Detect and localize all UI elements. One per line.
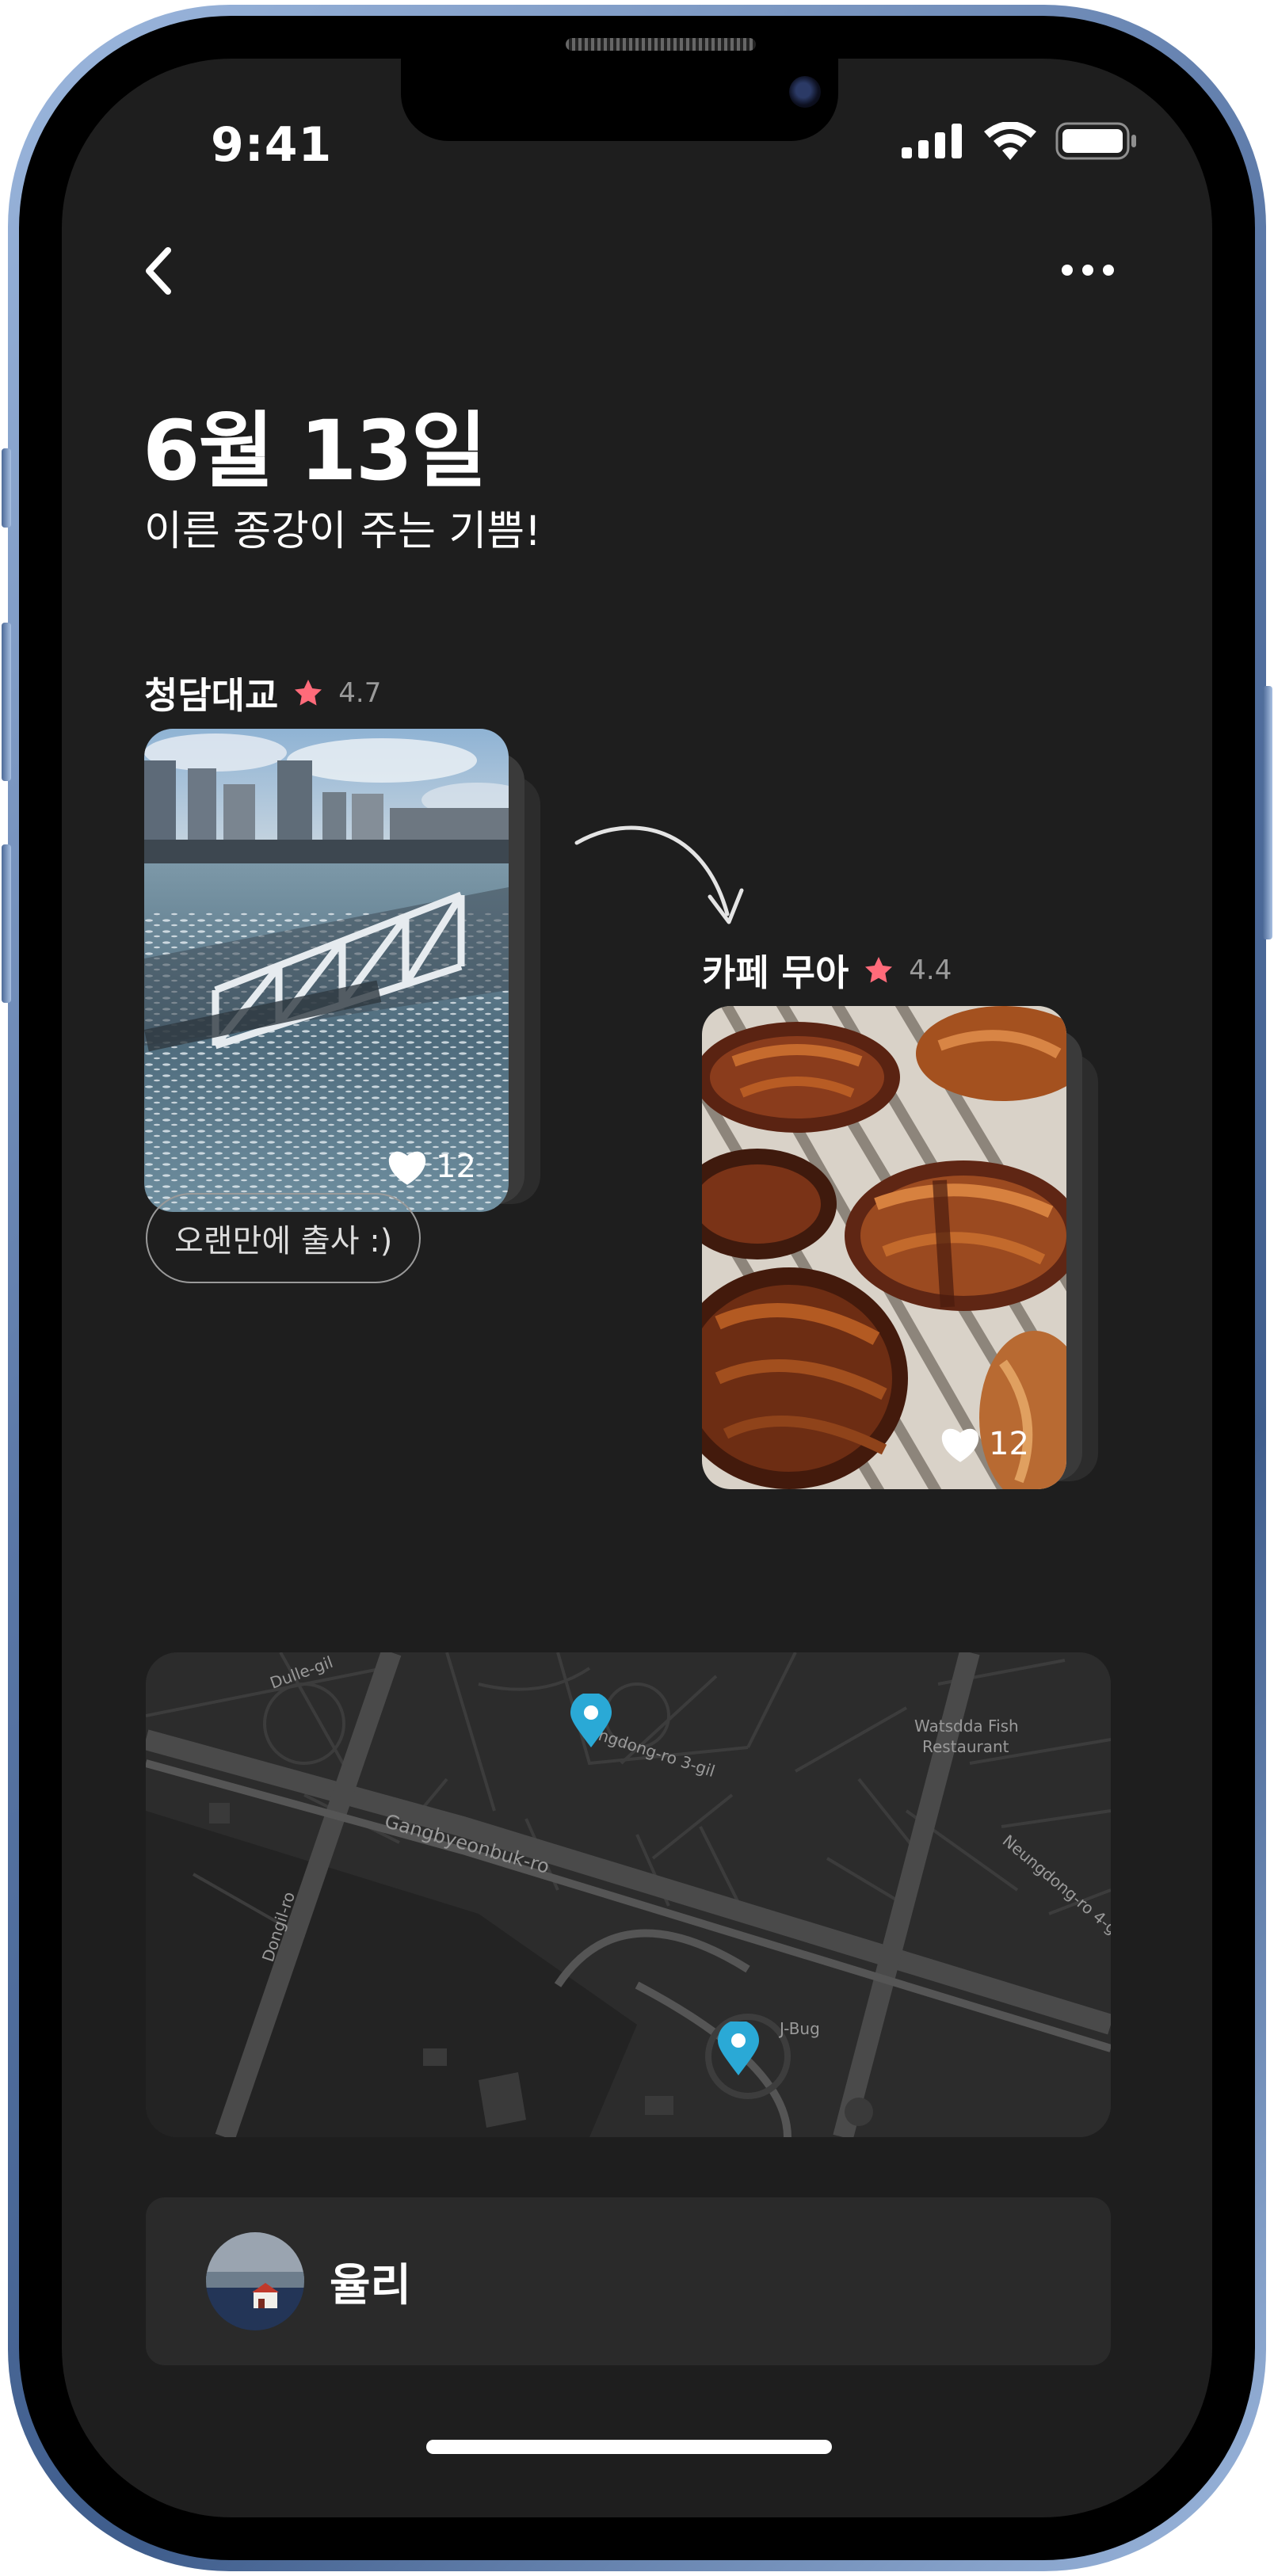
place-name: 카페 무아 bbox=[702, 951, 849, 994]
place-header-cafe-mua[interactable]: 카페 무아 4.4 bbox=[702, 944, 952, 996]
volume-down-button bbox=[2, 844, 11, 1003]
map-pin-icon[interactable] bbox=[716, 2022, 761, 2077]
author-card[interactable]: 율리 bbox=[146, 2197, 1111, 2365]
map-pin-icon[interactable] bbox=[569, 1694, 613, 1749]
battery-icon bbox=[1055, 122, 1136, 160]
place-header-cheongdam[interactable]: 청담대교 4.7 bbox=[144, 667, 381, 719]
phone-frame: 9:41 6월 13일 이른 종강이 주는 기쁨! 청담대교 4.7 12 오랜… bbox=[2, 5, 1272, 2571]
star-icon bbox=[865, 957, 893, 983]
heart-icon bbox=[388, 1151, 426, 1185]
speaker-grille bbox=[566, 38, 756, 51]
chevron-left-icon bbox=[146, 247, 171, 295]
wifi-icon bbox=[984, 122, 1036, 160]
cellular-signal-icon bbox=[902, 124, 962, 158]
volume-up-button bbox=[2, 623, 11, 781]
map-canvas: Dulle-gil ngdong-ro 3-gil Gangbyeonbuk-r… bbox=[146, 1652, 1111, 2137]
more-dot bbox=[1082, 265, 1093, 276]
status-icons bbox=[902, 122, 1138, 160]
likes-count: 12 bbox=[989, 1426, 1029, 1462]
place-rating: 4.7 bbox=[338, 677, 382, 709]
power-button bbox=[1263, 686, 1272, 939]
map-label: Restaurant bbox=[922, 1737, 1009, 1756]
app-screen: 9:41 6월 13일 이른 종강이 주는 기쁨! 청담대교 4.7 12 오랜… bbox=[62, 59, 1212, 2517]
place-rating: 4.4 bbox=[909, 955, 952, 986]
photo-croissants[interactable] bbox=[702, 1006, 1066, 1489]
likes-counter[interactable]: 12 bbox=[940, 1426, 1029, 1462]
mute-switch bbox=[2, 448, 11, 528]
photo-stack-cheongdam[interactable]: 12 bbox=[144, 729, 556, 1220]
notch bbox=[401, 59, 838, 141]
author-name: 율리 bbox=[330, 2259, 412, 2311]
heart-icon bbox=[941, 1428, 979, 1462]
page-subtitle: 이른 종강이 주는 기쁨! bbox=[144, 508, 541, 555]
map-label: J-Bug bbox=[778, 2019, 820, 2038]
memo-chip: 오랜만에 출사 :) bbox=[146, 1193, 421, 1283]
map-label: Watsdda Fish bbox=[914, 1717, 1019, 1736]
more-horizontal-icon bbox=[1062, 265, 1073, 276]
likes-count: 12 bbox=[436, 1149, 476, 1185]
star-icon bbox=[295, 680, 322, 706]
more-dot bbox=[1103, 265, 1114, 276]
photo-bridge[interactable] bbox=[144, 729, 509, 1212]
avatar[interactable] bbox=[206, 2232, 304, 2330]
croissant-photo-image bbox=[702, 1006, 1066, 1489]
status-time: 9:41 bbox=[211, 117, 333, 173]
page-title: 6월 13일 bbox=[143, 402, 487, 499]
more-options-button[interactable] bbox=[1052, 242, 1123, 298]
bridge-photo-image bbox=[144, 729, 509, 1212]
avatar-image bbox=[206, 2232, 304, 2330]
home-indicator[interactable] bbox=[426, 2440, 832, 2454]
likes-counter[interactable]: 12 bbox=[387, 1149, 476, 1185]
front-camera bbox=[789, 76, 821, 108]
photo-stack-cafe-mua[interactable]: 12 bbox=[702, 1006, 1114, 1497]
route-map[interactable]: Dulle-gil ngdong-ro 3-gil Gangbyeonbuk-r… bbox=[146, 1652, 1111, 2137]
back-button[interactable] bbox=[135, 239, 182, 303]
curved-arrow-icon bbox=[574, 825, 744, 924]
place-name: 청담대교 bbox=[144, 674, 279, 717]
